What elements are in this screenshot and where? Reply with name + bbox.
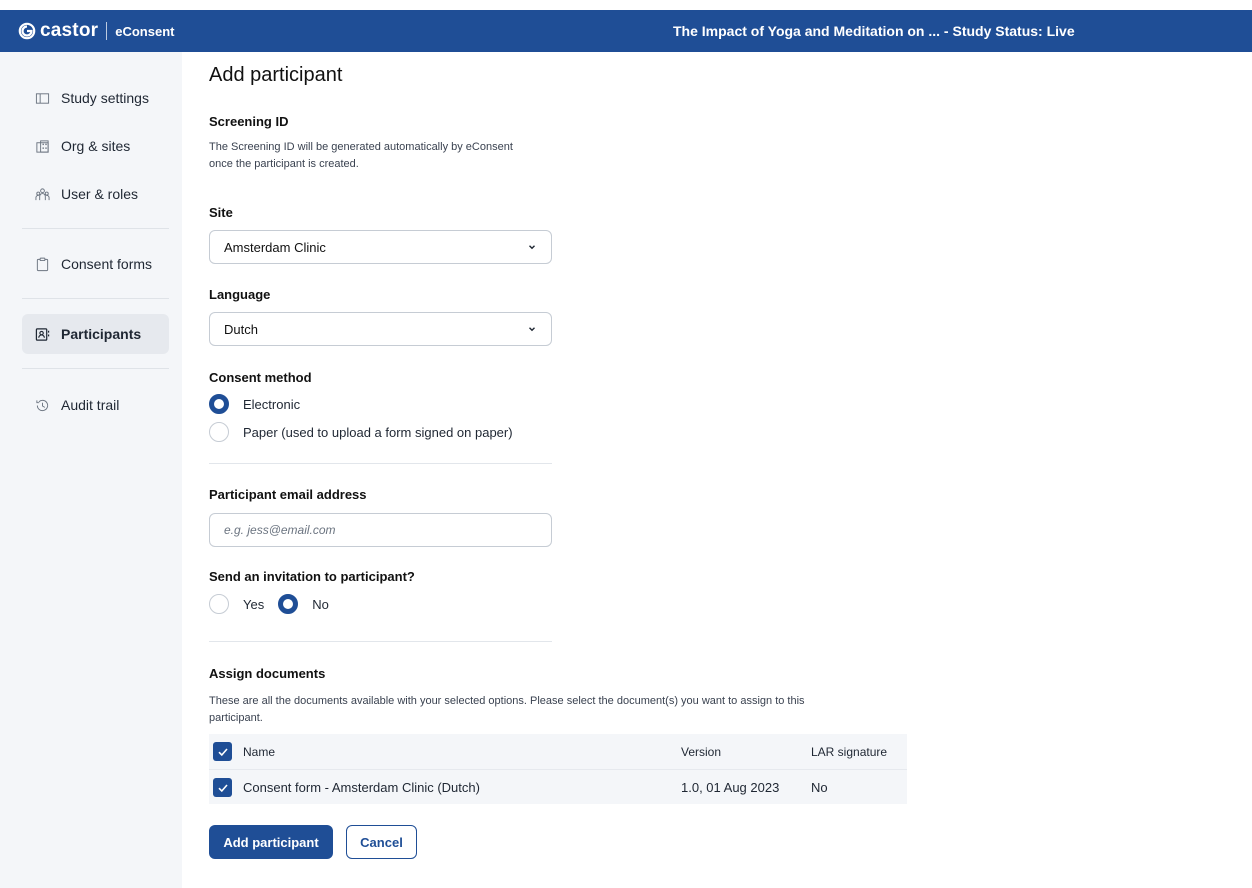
participants-icon — [34, 326, 50, 342]
screening-id-label: Screening ID — [209, 114, 289, 129]
radio-label: Paper (used to upload a form signed on p… — [243, 424, 513, 440]
study-title: The Impact of Yoga and Meditation on ...… — [673, 23, 1075, 39]
screening-help-line: The Screening ID will be generated autom… — [209, 141, 513, 153]
product-name: eConsent — [115, 23, 175, 39]
clipboard-icon — [34, 256, 50, 272]
radio-invite-yes[interactable] — [209, 594, 229, 614]
documents-help-line: participant. — [209, 712, 263, 724]
radio-label: No — [312, 596, 329, 612]
sidebar-divider — [22, 298, 169, 299]
assign-documents-help: These are all the documents available wi… — [209, 693, 805, 727]
sidebar-item-label: Study settings — [61, 90, 149, 106]
column-header-name: Name — [243, 744, 276, 759]
sidebar-item-user-roles[interactable]: User & roles — [22, 174, 169, 214]
email-label: Participant email address — [209, 487, 367, 502]
sidebar-item-label: User & roles — [61, 186, 139, 202]
users-icon — [34, 186, 50, 202]
sidebar-divider — [22, 368, 169, 369]
chevron-down-icon — [529, 245, 535, 250]
site-label: Site — [209, 205, 233, 220]
radio-invite-no[interactable] — [278, 594, 299, 614]
section-divider — [209, 641, 552, 642]
site-select[interactable]: Amsterdam Clinic — [209, 230, 552, 264]
building-icon — [34, 138, 50, 154]
radio-label: Yes — [243, 596, 265, 612]
language-select-value: Dutch — [224, 321, 258, 337]
sidebar-item-participants[interactable]: Participants — [22, 314, 169, 354]
sidebar-item-consent-forms[interactable]: Consent forms — [22, 244, 169, 284]
cancel-button[interactable]: Cancel — [346, 825, 417, 859]
site-select-value: Amsterdam Clinic — [224, 239, 326, 255]
consent-method-option-paper[interactable]: Paper (used to upload a form signed on p… — [209, 422, 513, 442]
sidebar-item-label: Audit trail — [61, 397, 120, 413]
consent-method-label: Consent method — [209, 370, 312, 385]
documents-help-line: These are all the documents available wi… — [209, 695, 805, 707]
sidebar-item-audit-trail[interactable]: Audit trail — [22, 385, 169, 425]
sidebar-item-org-sites[interactable]: Org & sites — [22, 126, 169, 166]
row-checkbox[interactable] — [213, 778, 232, 797]
select-all-checkbox[interactable] — [213, 742, 232, 761]
documents-table: Name Version LAR signature Consent form … — [209, 734, 907, 804]
language-label: Language — [209, 287, 271, 302]
castor-logo-icon — [18, 22, 36, 40]
document-lar: No — [811, 779, 828, 795]
sidebar-item-label: Org & sites — [61, 138, 131, 154]
layout-icon — [34, 90, 50, 106]
screening-help-line: once the participant is created. — [209, 158, 359, 170]
page-title: Add participant — [209, 64, 343, 86]
brand-divider — [106, 22, 108, 40]
assign-documents-label: Assign documents — [209, 666, 326, 681]
brand-logo[interactable]: castor eConsent — [0, 10, 180, 52]
invitation-options: Yes No — [209, 594, 329, 614]
document-name: Consent form - Amsterdam Clinic (Dutch) — [243, 779, 480, 795]
table-header-row: Name Version LAR signature — [209, 734, 907, 769]
sidebar: Study settings Org & sites User & roles … — [0, 52, 182, 888]
radio-label: Electronic — [243, 396, 301, 412]
invitation-label: Send an invitation to participant? — [209, 569, 415, 584]
screening-id-help: The Screening ID will be generated autom… — [209, 139, 513, 173]
section-divider — [209, 463, 552, 464]
radio-electronic[interactable] — [209, 394, 229, 414]
language-select[interactable]: Dutch — [209, 312, 552, 346]
sidebar-item-label: Consent forms — [61, 256, 153, 272]
top-bar: castor eConsent The Impact of Yoga and M… — [0, 10, 1252, 52]
column-header-lar: LAR signature — [811, 744, 888, 759]
column-header-version: Version — [681, 744, 722, 759]
document-version: 1.0, 01 Aug 2023 — [681, 779, 780, 795]
participant-email-input[interactable] — [209, 513, 552, 547]
radio-paper[interactable] — [209, 422, 229, 442]
history-icon — [34, 397, 50, 413]
chevron-down-icon — [529, 327, 535, 332]
sidebar-item-label: Participants — [61, 326, 142, 342]
check-icon — [217, 747, 228, 756]
consent-method-option-electronic[interactable]: Electronic — [209, 394, 300, 414]
brand-name: castor — [40, 20, 99, 41]
add-participant-button[interactable]: Add participant — [209, 825, 333, 859]
check-icon — [217, 783, 228, 792]
sidebar-divider — [22, 228, 169, 229]
table-row[interactable]: Consent form - Amsterdam Clinic (Dutch) … — [209, 769, 907, 804]
sidebar-item-study-settings[interactable]: Study settings — [22, 78, 169, 118]
